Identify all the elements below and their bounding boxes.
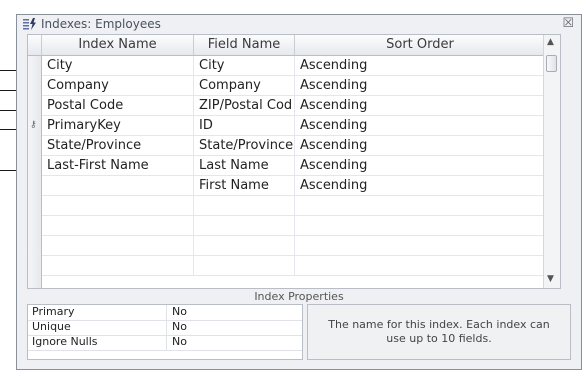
cell-sort-order[interactable]: Ascending bbox=[295, 56, 546, 76]
cell-sort-order[interactable]: Ascending bbox=[295, 136, 546, 156]
cell-field-name[interactable]: ZIP/Postal Cod bbox=[194, 96, 295, 116]
index-grid: Index Name Field Name Sort Order City Cit… bbox=[27, 34, 561, 289]
property-row-ignore-nulls[interactable]: Ignore Nulls No bbox=[28, 335, 302, 351]
cell-field-name[interactable]: State/Province bbox=[194, 136, 295, 156]
cell-field-name[interactable] bbox=[194, 216, 295, 236]
property-name: Unique bbox=[32, 320, 71, 333]
scroll-thumb[interactable] bbox=[546, 55, 557, 72]
cell-field-name[interactable]: First Name bbox=[194, 176, 295, 196]
cell-field-name[interactable]: ID bbox=[194, 116, 295, 136]
scroll-up-arrow-icon[interactable]: ▲ bbox=[547, 37, 554, 47]
index-row[interactable] bbox=[42, 256, 546, 276]
index-row[interactable] bbox=[42, 196, 546, 216]
index-properties-grid: Primary No Unique No Ignore Nulls No bbox=[27, 304, 303, 360]
header-sort-order[interactable]: Sort Order bbox=[295, 35, 546, 56]
cell-sort-order[interactable]: Ascending bbox=[295, 116, 546, 136]
index-row[interactable]: PrimaryKey ID Ascending bbox=[42, 116, 546, 136]
primary-key-icon: ⚷ bbox=[30, 120, 37, 130]
index-row[interactable] bbox=[42, 236, 546, 256]
header-index-name[interactable]: Index Name bbox=[42, 35, 194, 56]
index-properties-label: Index Properties bbox=[254, 290, 344, 303]
cell-index-name[interactable]: Postal Code bbox=[42, 96, 194, 116]
cell-sort-order[interactable]: Ascending bbox=[295, 76, 546, 96]
index-row[interactable]: Postal Code ZIP/Postal Cod Ascending bbox=[42, 96, 546, 116]
scroll-down-arrow-icon[interactable]: ▼ bbox=[547, 274, 554, 284]
callout-line-postal-code bbox=[0, 110, 16, 111]
close-icon[interactable]: ☒ bbox=[562, 16, 574, 31]
cell-index-name[interactable] bbox=[42, 176, 194, 196]
cell-index-name[interactable] bbox=[42, 256, 194, 276]
indexes-lightning-icon bbox=[23, 18, 36, 30]
property-name: Ignore Nulls bbox=[32, 335, 98, 348]
index-row[interactable]: Company Company Ascending bbox=[42, 76, 546, 96]
index-row[interactable]: City City Ascending bbox=[42, 56, 546, 76]
cell-index-name[interactable]: Company bbox=[42, 76, 194, 96]
property-help-text: The name for this index. Each index can … bbox=[307, 304, 571, 360]
row-selector-column[interactable] bbox=[28, 56, 42, 288]
title-bar[interactable]: Indexes: Employees ☒ bbox=[17, 15, 581, 33]
cell-sort-order[interactable]: Ascending bbox=[295, 156, 546, 176]
cell-field-name[interactable]: City bbox=[194, 56, 295, 76]
header-field-name[interactable]: Field Name bbox=[194, 35, 295, 56]
indexes-dialog: Indexes: Employees ☒ Index Name Field Na… bbox=[16, 14, 582, 370]
cell-sort-order[interactable]: Ascending bbox=[295, 96, 546, 116]
cell-field-name[interactable] bbox=[194, 236, 295, 256]
cell-sort-order[interactable] bbox=[295, 236, 546, 256]
cell-field-name[interactable] bbox=[194, 256, 295, 276]
cell-field-name[interactable]: Company bbox=[194, 76, 295, 96]
property-name: Primary bbox=[32, 305, 75, 318]
cell-index-name[interactable]: State/Province bbox=[42, 136, 194, 156]
property-row-unique[interactable]: Unique No bbox=[28, 320, 302, 336]
cell-sort-order[interactable]: Ascending bbox=[295, 176, 546, 196]
cell-field-name[interactable]: Last Name bbox=[194, 156, 295, 176]
cell-index-name[interactable]: PrimaryKey bbox=[42, 116, 194, 136]
cell-field-name[interactable] bbox=[194, 196, 295, 216]
cell-index-name[interactable]: Last-First Name bbox=[42, 156, 194, 176]
cell-sort-order[interactable] bbox=[295, 196, 546, 216]
callout-line-last-first bbox=[0, 170, 16, 171]
index-row[interactable]: Last-First Name Last Name Ascending bbox=[42, 156, 546, 176]
cell-sort-order[interactable] bbox=[295, 256, 546, 276]
index-row[interactable]: State/Province State/Province Ascending bbox=[42, 136, 546, 156]
vertical-scrollbar[interactable]: ▲ ▼ bbox=[543, 35, 560, 288]
callout-line-primarykey bbox=[0, 129, 16, 130]
cell-index-name[interactable]: City bbox=[42, 56, 194, 76]
cell-index-name[interactable] bbox=[42, 216, 194, 236]
header-selector bbox=[28, 35, 42, 56]
callout-line-company bbox=[0, 90, 16, 91]
cell-index-name[interactable] bbox=[42, 196, 194, 216]
index-row[interactable] bbox=[42, 216, 546, 236]
cell-sort-order[interactable] bbox=[295, 216, 546, 236]
property-value-ignore-nulls[interactable]: No bbox=[166, 335, 300, 350]
window-title: Indexes: Employees bbox=[41, 17, 161, 31]
property-row-primary[interactable]: Primary No bbox=[28, 305, 302, 321]
property-value-primary[interactable]: No bbox=[166, 305, 300, 320]
callout-line-city bbox=[0, 70, 16, 71]
cell-index-name[interactable] bbox=[42, 236, 194, 256]
index-row[interactable]: First Name Ascending bbox=[42, 176, 546, 196]
property-value-unique[interactable]: No bbox=[166, 320, 300, 335]
